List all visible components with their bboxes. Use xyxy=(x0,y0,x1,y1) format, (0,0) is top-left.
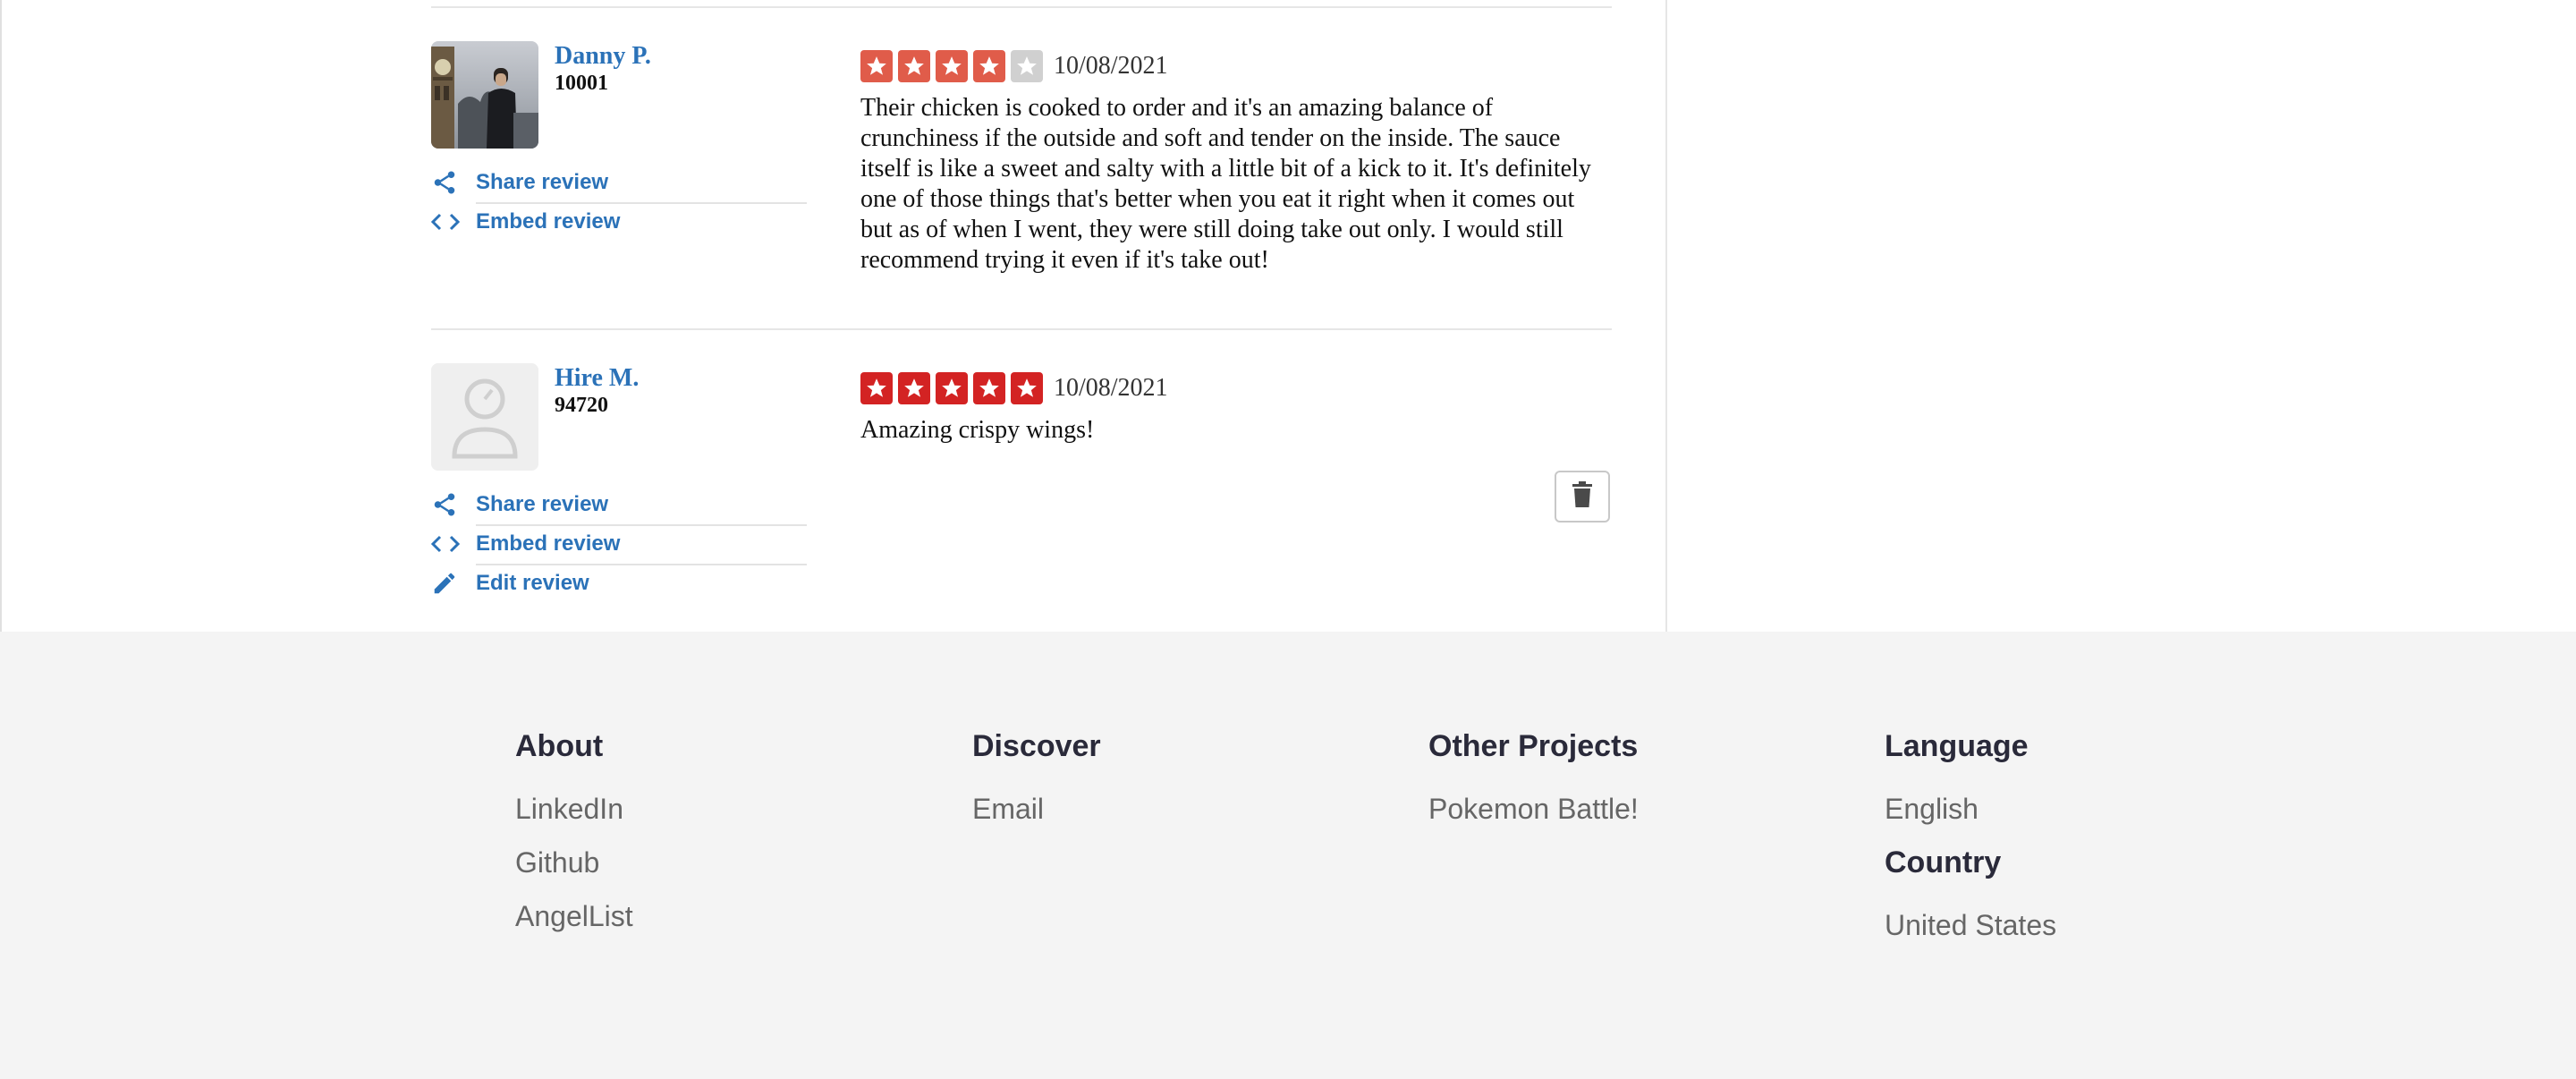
review-actions: Share review Embed review xyxy=(431,163,807,242)
sidebar-divider xyxy=(1665,0,1667,632)
embed-review-label: Embed review xyxy=(476,531,621,556)
trash-icon xyxy=(1572,480,1593,513)
user-avatar[interactable] xyxy=(431,363,538,471)
footer-about-heading: About xyxy=(515,729,604,763)
delete-review-button[interactable] xyxy=(1555,471,1610,523)
footer-link-linkedin[interactable]: LinkedIn xyxy=(515,791,945,827)
edit-review-button[interactable]: Edit review xyxy=(431,564,807,603)
star-empty-icon xyxy=(1011,50,1043,82)
user-name[interactable]: Hire M. xyxy=(555,363,639,394)
review-text: Amazing crispy wings! xyxy=(860,416,1095,444)
left-border xyxy=(0,0,2,632)
star-icon xyxy=(898,50,930,82)
review-text: Their chicken is cooked to order and it'… xyxy=(860,94,1591,274)
footer-discover-heading: Discover xyxy=(972,729,1101,763)
footer-country-heading: Country xyxy=(1885,845,2002,879)
user-zip: 94720 xyxy=(555,394,608,417)
embed-review-label: Embed review xyxy=(476,209,621,234)
embed-review-button[interactable]: Embed review xyxy=(431,524,807,564)
user-name[interactable]: Danny P. xyxy=(555,41,651,72)
default-avatar-icon xyxy=(431,363,538,471)
share-icon xyxy=(431,489,462,520)
footer-language-heading: Language xyxy=(1885,729,2029,763)
review-divider xyxy=(431,6,1612,8)
share-icon xyxy=(431,167,462,198)
embed-review-button[interactable]: Embed review xyxy=(431,202,807,242)
share-review-label: Share review xyxy=(476,170,609,194)
code-icon xyxy=(431,207,462,237)
footer-link-github[interactable]: Github xyxy=(515,845,945,880)
review-item: Danny P. 10001 Share review Embed review… xyxy=(431,41,1612,310)
user-zip: 10001 xyxy=(555,72,608,95)
footer-projects-column: Other Projects Pokemon Battle! xyxy=(1428,728,1858,845)
star-icon xyxy=(936,372,968,404)
star-rating xyxy=(860,50,1048,82)
footer-projects-heading: Other Projects xyxy=(1428,729,1639,763)
star-icon xyxy=(860,50,893,82)
star-rating xyxy=(860,372,1048,404)
footer-locale-column: Language English Country United States xyxy=(1885,728,2314,961)
footer-link-angellist[interactable]: AngelList xyxy=(515,898,945,934)
star-icon xyxy=(973,50,1005,82)
star-icon xyxy=(973,372,1005,404)
country-selector[interactable]: United States xyxy=(1885,907,2314,943)
review-actions: Share review Embed review xyxy=(431,485,807,603)
review-item: Hire M. 94720 Share review Embed review … xyxy=(431,363,1612,632)
footer-link-email[interactable]: Email xyxy=(972,791,1402,827)
pencil-icon xyxy=(431,568,462,599)
star-icon xyxy=(936,50,968,82)
review-date: 10/08/2021 xyxy=(1054,52,1168,80)
review-date: 10/08/2021 xyxy=(1054,374,1168,402)
code-icon xyxy=(431,529,462,559)
user-photo xyxy=(431,41,538,149)
share-review-label: Share review xyxy=(476,492,609,516)
main-content: Danny P. 10001 Share review Embed review… xyxy=(0,0,2576,632)
footer-link-pokemon-battle[interactable]: Pokemon Battle! xyxy=(1428,791,1858,827)
user-avatar[interactable] xyxy=(431,41,538,149)
footer-discover-column: Discover Email xyxy=(972,728,1402,845)
footer: About LinkedIn Github AngelList Discover… xyxy=(0,632,2576,1079)
edit-review-label: Edit review xyxy=(476,571,589,595)
language-selector[interactable]: English xyxy=(1885,791,2314,827)
review-divider xyxy=(431,328,1612,330)
star-icon xyxy=(860,372,893,404)
share-review-button[interactable]: Share review xyxy=(431,485,807,524)
footer-about-column: About LinkedIn Github AngelList xyxy=(515,728,945,952)
share-review-button[interactable]: Share review xyxy=(431,163,807,202)
star-icon xyxy=(1011,372,1043,404)
star-icon xyxy=(898,372,930,404)
